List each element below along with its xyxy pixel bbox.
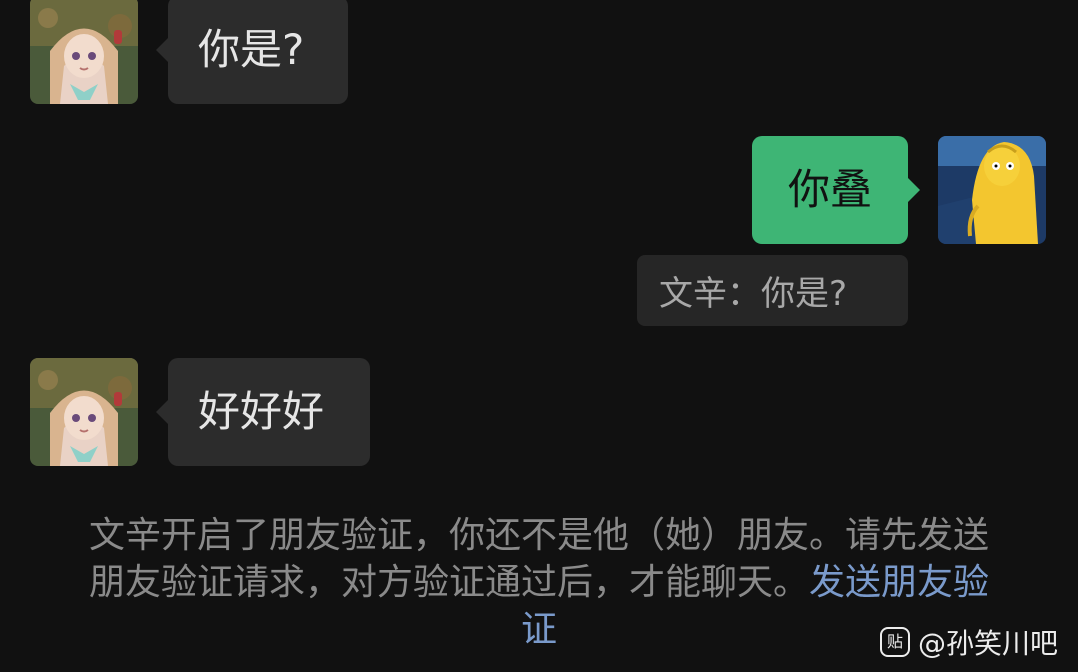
watermark: 贴 @孙笑川吧 bbox=[880, 622, 1058, 662]
message-text: 你叠 bbox=[787, 165, 872, 214]
message-text: 好好好 bbox=[198, 387, 325, 436]
anime-girl-avatar-icon bbox=[30, 0, 138, 104]
anime-girl-avatar-icon bbox=[30, 358, 138, 466]
outgoing-message-bubble[interactable]: 你叠 bbox=[752, 136, 920, 244]
watermark-text: @孙笑川吧 bbox=[918, 627, 1059, 660]
contact-avatar[interactable] bbox=[30, 0, 138, 104]
contact-avatar[interactable] bbox=[30, 358, 138, 466]
friend-verification-notice: 文辛开启了朋友验证，你还不是他（她）朋友。请先发送朋友验证请求，对方验证通过后，… bbox=[80, 512, 998, 653]
quoted-text: 文辛：你是? bbox=[659, 274, 848, 314]
my-avatar[interactable] bbox=[938, 136, 1046, 244]
yellow-cartoon-avatar-icon bbox=[938, 136, 1046, 244]
incoming-message-bubble[interactable]: 好好好 bbox=[156, 358, 370, 466]
message-text: 你是? bbox=[198, 25, 305, 74]
incoming-message-bubble[interactable]: 你是? bbox=[156, 0, 348, 104]
tieba-logo-icon: 贴 bbox=[880, 627, 910, 657]
quoted-message[interactable]: 文辛：你是? bbox=[637, 255, 908, 326]
